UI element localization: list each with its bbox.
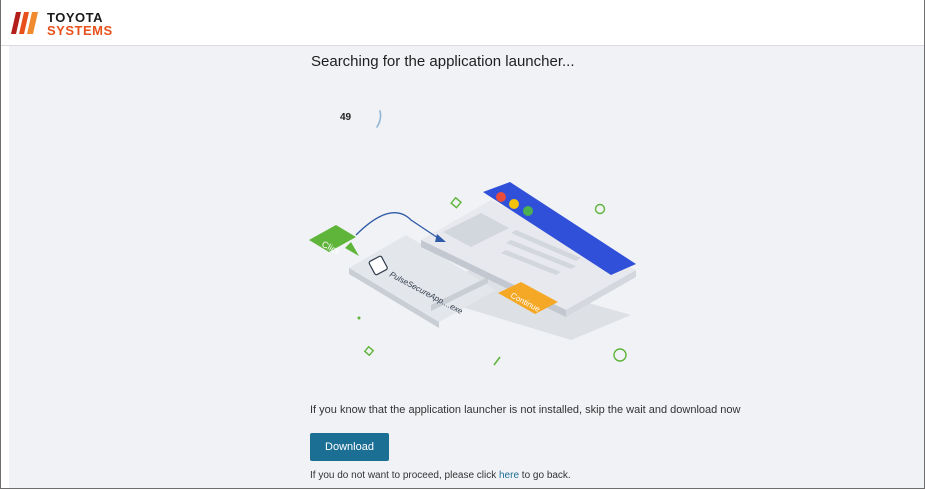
countdown-counter: 49 — [340, 112, 352, 123]
loading-spinner-icon — [376, 110, 382, 128]
window-dot-green — [523, 206, 533, 216]
download-button[interactable]: Download — [310, 433, 389, 461]
go-back-link[interactable]: here — [499, 470, 519, 481]
page-title: Searching for the application launcher..… — [311, 53, 575, 70]
logo-mark-icon — [11, 12, 38, 34]
go-back-prefix: If you do not want to proceed, please cl… — [310, 470, 499, 481]
go-back-suffix: to go back. — [519, 470, 571, 481]
window-dot-yellow — [509, 199, 519, 209]
launcher-illustration: PulseSecureApp....exe Click Continue — [309, 182, 636, 366]
window-dot-red — [496, 192, 506, 202]
header-bar: TOYOTA SYSTEMS — [1, 0, 924, 46]
logo-text-bottom: SYSTEMS — [47, 23, 113, 38]
skip-wait-hint: If you know that the application launche… — [310, 404, 741, 416]
go-back-text: If you do not want to proceed, please cl… — [310, 470, 571, 481]
toyota-systems-logo: TOYOTA SYSTEMS — [11, 8, 121, 38]
browser-frame: TOYOTA SYSTEMS Searching for the applica… — [0, 0, 925, 489]
